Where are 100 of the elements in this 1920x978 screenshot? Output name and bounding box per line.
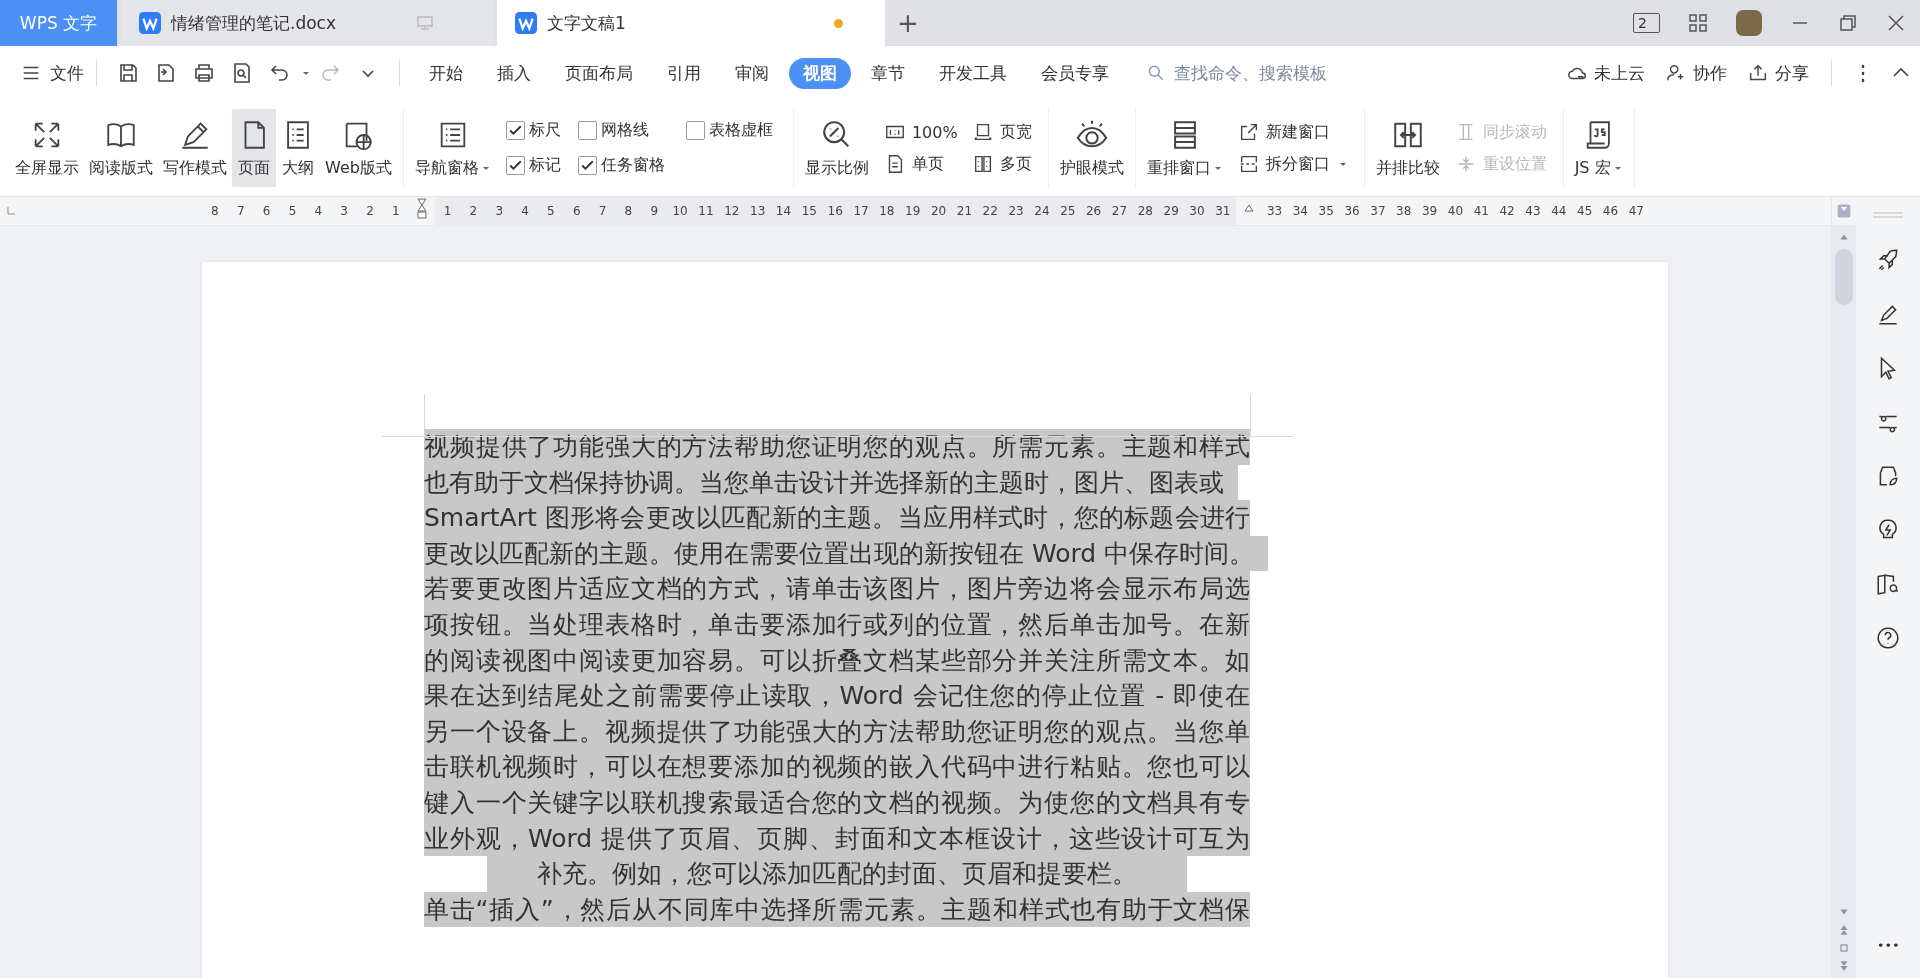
ruler-number: 31 bbox=[1209, 197, 1236, 225]
checkbox-option[interactable]: 网格线 bbox=[577, 120, 686, 141]
avatar[interactable] bbox=[1736, 10, 1762, 36]
previous-page-icon[interactable] bbox=[1838, 924, 1850, 936]
checkbox[interactable] bbox=[685, 121, 705, 140]
new-tab-button[interactable]: + bbox=[893, 8, 923, 38]
scroll-thumb[interactable] bbox=[1835, 249, 1853, 305]
action-button[interactable]: 未上云 bbox=[1566, 61, 1645, 85]
ruler-number: 1 bbox=[391, 204, 401, 218]
checkbox[interactable] bbox=[505, 156, 525, 175]
ruler-number: 7 bbox=[235, 204, 246, 218]
ruler-number: 3 bbox=[339, 204, 349, 218]
ruler-number: 21 bbox=[951, 197, 978, 225]
zoom-button[interactable]: 显示比例 bbox=[799, 109, 874, 187]
rearrange-windows-button[interactable]: 重排窗口 bbox=[1141, 109, 1228, 187]
document-tab[interactable]: 情绪管理的笔记.docx bbox=[121, 0, 493, 46]
side-by-side-button[interactable]: 并排比较 bbox=[1370, 109, 1445, 187]
window-tool-button[interactable]: 新建窗口 bbox=[1237, 121, 1348, 143]
ruler-number: 13 bbox=[744, 197, 771, 225]
ribbon-tab[interactable]: 插入 bbox=[483, 57, 545, 89]
help-icon[interactable] bbox=[1875, 625, 1901, 651]
layout-button[interactable]: Web版式 bbox=[320, 109, 397, 187]
print-icon[interactable] bbox=[192, 61, 216, 85]
zoom-option-button[interactable]: 页宽 bbox=[971, 121, 1032, 143]
ruler-number: 5 bbox=[287, 204, 298, 218]
ruler-number: 6 bbox=[563, 197, 590, 225]
ruler-number: 24 bbox=[1029, 197, 1055, 225]
ruler-number: 46 bbox=[1601, 204, 1620, 218]
next-page-icon[interactable] bbox=[1838, 960, 1850, 972]
checkbox-option[interactable]: 任务窗格 bbox=[577, 155, 686, 176]
layout-button[interactable]: 页面 bbox=[232, 109, 276, 187]
ruler-number: 7 bbox=[589, 197, 616, 225]
zoom-option-button[interactable]: 单页 bbox=[883, 153, 958, 175]
file-menu-button[interactable]: 文件 bbox=[20, 61, 84, 85]
ruler-number: 34 bbox=[1291, 204, 1309, 218]
ruler-number: 30 bbox=[1184, 197, 1210, 225]
checkbox[interactable] bbox=[577, 156, 597, 175]
ruler-number: 27 bbox=[1106, 197, 1133, 225]
ruler-number: 40 bbox=[1446, 204, 1465, 218]
ruler-number: 19 bbox=[899, 197, 926, 225]
checkbox[interactable] bbox=[577, 121, 597, 140]
document-tab[interactable]: 文字文稿1 bbox=[497, 0, 885, 46]
ruler-number: 8 bbox=[210, 204, 220, 218]
ruler-number: 47 bbox=[1627, 204, 1645, 218]
ruler-number: 33 bbox=[1265, 204, 1284, 218]
checkbox-option[interactable]: 表格虚框 bbox=[685, 120, 773, 141]
ribbon-tab[interactable]: 开始 bbox=[415, 57, 477, 89]
ruler-number: 29 bbox=[1158, 197, 1185, 225]
ruler-number: 9 bbox=[641, 197, 668, 225]
scrollbar[interactable] bbox=[1832, 225, 1856, 978]
ruler-number: 2 bbox=[460, 197, 487, 225]
zoom-option-button[interactable]: 多页 bbox=[971, 153, 1032, 175]
window-tool-button[interactable]: 拆分窗口 bbox=[1237, 153, 1348, 175]
ruler-number: 17 bbox=[848, 197, 874, 225]
ruler-number: 14 bbox=[770, 197, 797, 225]
ruler-number: 12 bbox=[718, 197, 745, 225]
ruler-number: 20 bbox=[925, 197, 952, 225]
drag-handle-icon[interactable] bbox=[1873, 211, 1903, 219]
ruler-number: 39 bbox=[1420, 204, 1439, 218]
ribbon-tab[interactable]: 章节 bbox=[857, 57, 919, 89]
ribbon-tab[interactable]: 引用 bbox=[653, 57, 715, 89]
ruler-number: 28 bbox=[1132, 197, 1159, 225]
ruler-number: 4 bbox=[512, 197, 538, 225]
layout-button[interactable]: 全屏显示 bbox=[10, 109, 84, 187]
book-search-icon[interactable] bbox=[1875, 571, 1901, 597]
action-button[interactable]: 协作 bbox=[1665, 61, 1727, 85]
window-count-button[interactable]: 2 bbox=[1633, 13, 1660, 33]
ribbon-tab[interactable]: 审阅 bbox=[721, 57, 783, 89]
checkbox-option[interactable]: 标记 bbox=[505, 155, 578, 176]
grid-icon[interactable] bbox=[1686, 11, 1710, 35]
navigation-pane-button[interactable]: 导航窗格 bbox=[409, 109, 496, 187]
ruler-number: 36 bbox=[1343, 204, 1361, 218]
ruler-number: 38 bbox=[1395, 204, 1413, 218]
js-macro-button[interactable]: JS 宏 bbox=[1569, 109, 1628, 187]
ruler-number: 41 bbox=[1472, 204, 1490, 218]
action-button[interactable]: 分享 bbox=[1747, 61, 1809, 85]
checkbox[interactable] bbox=[505, 121, 525, 140]
ruler-number: 6 bbox=[261, 204, 272, 218]
ruler-number: 4 bbox=[313, 204, 324, 218]
layout-button[interactable]: 阅读版式 bbox=[84, 109, 158, 187]
ruler-number: 37 bbox=[1369, 204, 1387, 218]
ribbon-tab[interactable]: 会员专享 bbox=[1027, 57, 1123, 89]
search-field[interactable]: 查找命令、搜索模板 bbox=[1146, 62, 1366, 84]
ruler-number: 22 bbox=[977, 197, 1004, 225]
ruler-number: 42 bbox=[1498, 204, 1516, 218]
ruler-number: 23 bbox=[1003, 197, 1029, 225]
layout-button[interactable]: 写作模式 bbox=[158, 109, 232, 187]
ruler-number: 10 bbox=[667, 197, 694, 225]
ruler-number: 15 bbox=[796, 197, 823, 225]
ruler-number: 45 bbox=[1576, 204, 1594, 218]
zoom-option-button[interactable]: 100% bbox=[883, 121, 958, 143]
ruler-number: 8 bbox=[615, 197, 642, 225]
layout-button[interactable]: 大纲 bbox=[276, 109, 320, 187]
ruler-number: 18 bbox=[873, 197, 900, 225]
document-icon bbox=[139, 12, 161, 34]
ribbon-tab[interactable]: 开发工具 bbox=[925, 57, 1021, 89]
checkbox-option[interactable]: 标尺 bbox=[505, 120, 578, 141]
ruler-number: 16 bbox=[822, 197, 849, 225]
ribbon-tab[interactable]: 页面布局 bbox=[551, 57, 647, 89]
eye-protection-button[interactable]: 护眼模式 bbox=[1054, 109, 1129, 187]
